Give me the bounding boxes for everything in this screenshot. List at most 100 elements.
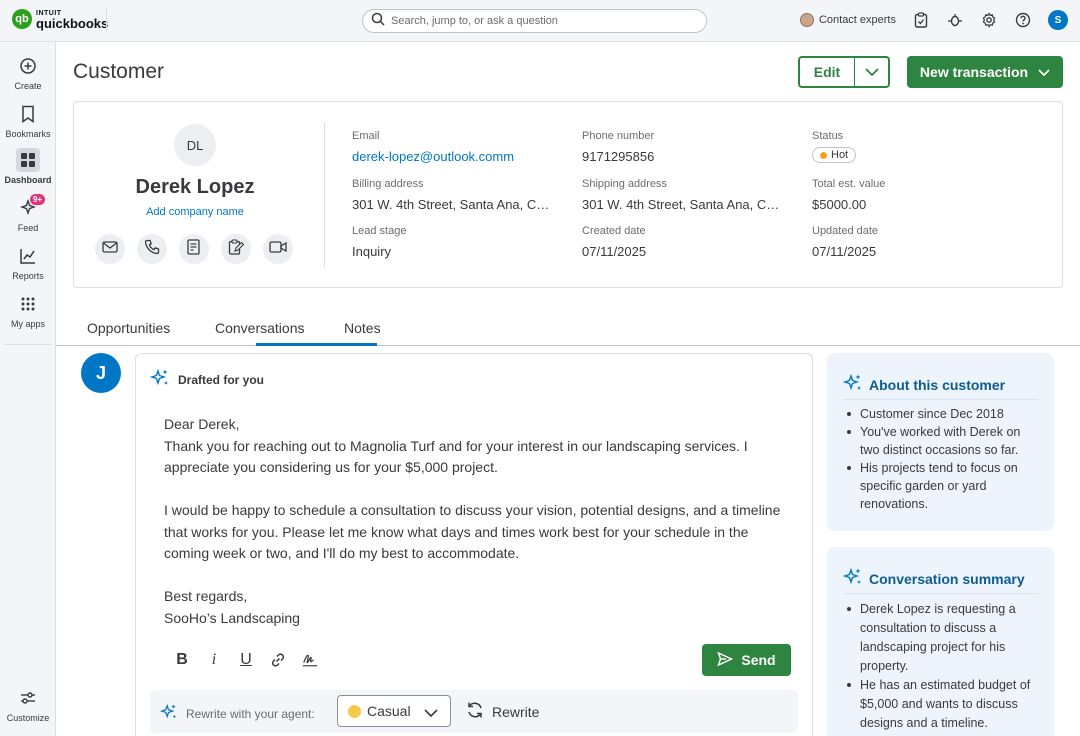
updated-date-value: 07/11/2025 (812, 244, 877, 259)
nav-label-bookmarks: Bookmarks (5, 129, 51, 139)
draft-message-card: Drafted for you Dear Derek, Thank you fo… (135, 353, 813, 736)
email-link[interactable]: derek-lopez@outlook.comm (352, 149, 552, 164)
user-avatar[interactable]: S (1048, 10, 1068, 30)
about-customer-list: Customer since Dec 2018 You've worked wi… (845, 405, 1040, 513)
nav-item-dashboard[interactable]: Dashboard (0, 148, 56, 185)
gear-icon[interactable] (980, 11, 998, 29)
billing-label: Billing address (352, 178, 424, 190)
bug-icon[interactable] (946, 11, 964, 29)
chevron-down-icon (424, 705, 438, 721)
page-title: Customer (73, 60, 165, 83)
nav-label-reports: Reports (12, 271, 44, 281)
call-action-button[interactable] (137, 234, 167, 264)
email-label: Email (352, 130, 380, 142)
bookmark-icon (16, 102, 40, 126)
contact-experts-label: Contact experts (818, 14, 896, 26)
chart-icon (16, 244, 40, 268)
nav-item-create[interactable]: Create (0, 54, 56, 91)
status-value: Hot (831, 149, 849, 161)
edit-dropdown-button[interactable] (855, 58, 888, 86)
new-transaction-button[interactable]: New transaction (907, 56, 1063, 88)
phone-label: Phone number (582, 130, 655, 142)
rewrite-button[interactable]: Rewrite (466, 701, 539, 722)
edit-button[interactable]: Edit (800, 58, 855, 86)
nav-item-customize[interactable]: Customize (0, 686, 56, 723)
conversation-summary-panel: Conversation summary Derek Lopez is requ… (827, 547, 1054, 736)
nav-item-reports[interactable]: Reports (0, 244, 56, 281)
nav-item-bookmarks[interactable]: Bookmarks (0, 102, 56, 139)
search-bar[interactable] (362, 9, 707, 33)
signature-icon[interactable] (302, 650, 318, 670)
card-divider (324, 122, 325, 268)
link-icon[interactable] (270, 650, 286, 670)
top-bar: qb INTUIT quickbooks Contact experts S (0, 0, 1080, 42)
field-shipping: Shipping address 301 W. 4th Street, Sant… (582, 178, 782, 212)
draft-signature: SooHo’s Landscaping (164, 609, 300, 626)
mail-icon (102, 240, 118, 258)
nav-item-my-apps[interactable]: My apps (0, 292, 56, 329)
status-label: Status (812, 130, 844, 142)
nav-divider (4, 344, 52, 345)
tab-conversations[interactable]: Conversations (215, 320, 305, 336)
nav-label-customize: Customize (6, 713, 50, 723)
email-action-button[interactable] (95, 234, 125, 264)
send-button[interactable]: Send (702, 644, 791, 676)
shipping-value: 301 W. 4th Street, Santa Ana, Ca... (582, 197, 782, 212)
draft-message-body[interactable]: Dear Derek, Thank you for reaching out t… (164, 414, 789, 629)
video-action-button[interactable] (263, 234, 293, 264)
video-icon (269, 240, 287, 258)
lead-stage-label: Lead stage (352, 225, 407, 237)
ai-sparkle-icon (149, 368, 170, 391)
tone-select[interactable]: Casual (337, 695, 451, 727)
status-badge[interactable]: Hot (812, 147, 857, 163)
created-date-value: 07/11/2025 (582, 244, 647, 259)
add-company-link[interactable]: Add company name (94, 206, 296, 218)
field-phone: Phone number 9171295856 (582, 130, 782, 164)
rewrite-agent-label: Rewrite with your agent: (159, 703, 315, 724)
customer-name: Derek Lopez (135, 176, 255, 198)
conversation-summary-title: Conversation summary (869, 570, 1025, 587)
bold-button[interactable]: B (174, 650, 190, 670)
contact-experts-button[interactable]: Contact experts (799, 13, 896, 27)
quickbooks-logo[interactable]: qb INTUIT quickbooks (12, 9, 109, 31)
format-toolbar: B i U (174, 650, 318, 670)
invoice-action-button[interactable] (179, 234, 209, 264)
expert-avatar (799, 13, 814, 27)
edit-split-button[interactable]: Edit (798, 56, 890, 88)
field-updated-date: Updated date 07/11/2025 (812, 225, 1012, 259)
updated-date-label: Updated date (812, 225, 879, 237)
italic-button[interactable]: i (206, 650, 222, 670)
panel-divider (843, 399, 1038, 400)
agent-avatar: J (81, 353, 121, 393)
sliders-icon (16, 686, 40, 710)
ai-sparkle-icon (159, 703, 178, 724)
lead-stage-value: Inquiry (352, 244, 392, 259)
conversation-summary-header: Conversation summary (842, 567, 1025, 590)
underline-button[interactable]: U (238, 650, 254, 670)
chevron-down-icon (864, 63, 879, 81)
list-item: Customer since Dec 2018 (845, 405, 1040, 423)
help-icon[interactable] (1014, 11, 1032, 29)
tab-opportunities[interactable]: Opportunities (87, 320, 170, 336)
nav-item-feed[interactable]: 9+ Feed (0, 194, 56, 233)
clipboard-icon[interactable] (912, 11, 930, 29)
search-input[interactable] (391, 15, 691, 27)
customer-avatar: DL (174, 124, 216, 166)
draft-paragraph-2: I would be happy to schedule a consultat… (164, 502, 781, 561)
about-customer-title: About this customer (869, 376, 1006, 393)
chevron-down-icon (1038, 64, 1050, 80)
feed-badge: 9+ (30, 194, 46, 205)
task-action-button[interactable] (221, 234, 251, 264)
phone-value: 9171295856 (582, 149, 655, 164)
smiley-icon (348, 704, 361, 718)
nav-label-create: Create (14, 81, 42, 91)
nav-label-dashboard: Dashboard (4, 175, 52, 185)
nav-label-feed: Feed (17, 223, 39, 233)
customer-card: DL Derek Lopez Add company name Email de… (73, 101, 1063, 288)
tab-notes[interactable]: Notes (344, 320, 381, 336)
ai-sparkle-icon (842, 373, 863, 396)
logo-product: quickbooks (36, 16, 109, 31)
list-item: His projects tend to focus on specific g… (845, 459, 1040, 513)
total-label: Total est. value (812, 178, 886, 190)
field-billing: Billing address 301 W. 4th Street, Santa… (352, 178, 552, 212)
